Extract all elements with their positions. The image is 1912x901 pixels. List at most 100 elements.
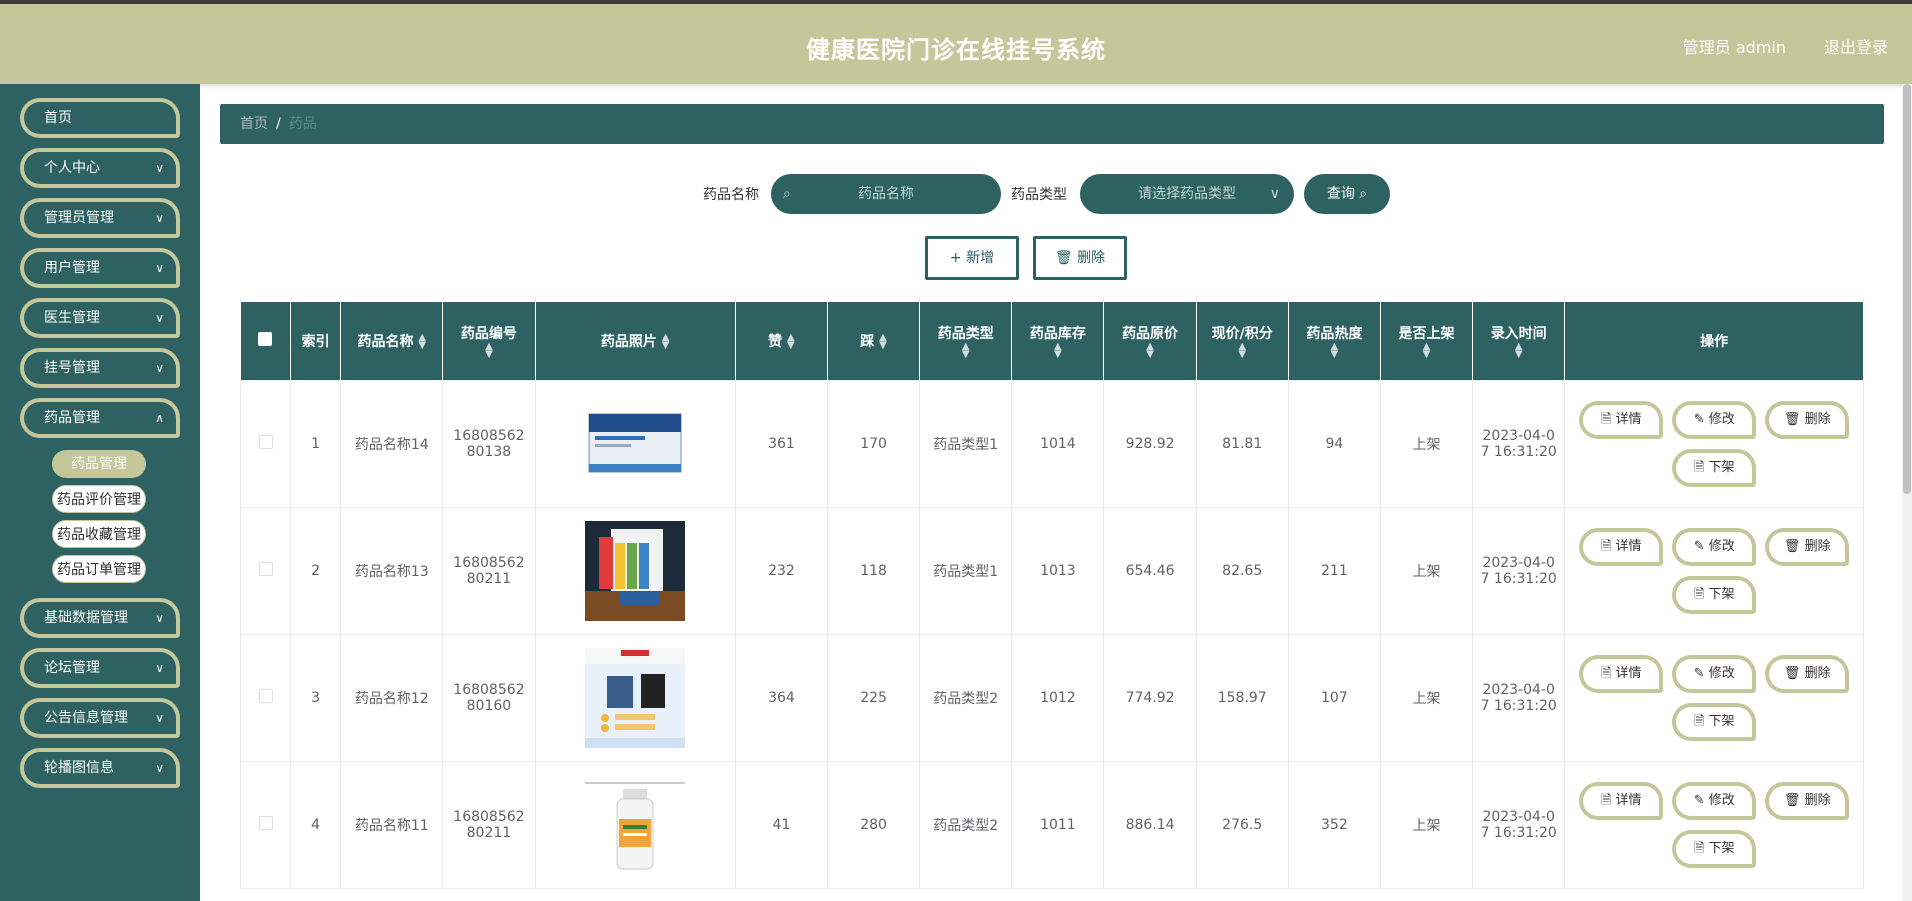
submenu-drug-order[interactable]: 药品订单管理 xyxy=(52,555,146,583)
offshelf-button[interactable]: 🗎 下架 xyxy=(1672,448,1757,487)
sidebar-item-label: 首页 xyxy=(44,110,72,126)
cell-drug-photo xyxy=(534,760,736,889)
select-all-checkbox[interactable] xyxy=(258,331,273,346)
sidebar-item-carousel[interactable]: 轮播图信息 ∨ xyxy=(20,748,180,788)
drug-type-placeholder: 请选择药品类型 xyxy=(1138,186,1236,202)
sidebar-item-registration-mgmt[interactable]: 挂号管理 ∨ xyxy=(20,348,180,388)
col-dislike[interactable]: 踩 ▲ ▼ xyxy=(827,302,921,380)
add-button[interactable]: + 新增 xyxy=(925,236,1019,280)
col-created-time[interactable]: 录入时间 ▲ ▼ xyxy=(1472,302,1566,380)
sort-icon[interactable]: ▲ ▼ xyxy=(962,341,970,359)
sort-icon[interactable]: ▲ ▼ xyxy=(418,332,426,350)
drug-photo[interactable] xyxy=(585,520,686,621)
cell-index: 1 xyxy=(290,379,342,508)
time-line: 2023-04-0 xyxy=(1482,681,1555,698)
edit-button[interactable]: ✎ 修改 xyxy=(1672,527,1757,566)
sort-icon[interactable]: ▲ ▼ xyxy=(1331,341,1339,359)
sidebar-item-label: 轮播图信息 xyxy=(44,760,114,776)
sort-icon[interactable]: ▲ ▼ xyxy=(1146,341,1154,359)
breadcrumb: 首页 / 药品 xyxy=(220,104,1884,144)
col-popularity[interactable]: 药品热度 ▲ ▼ xyxy=(1288,302,1381,380)
col-label: 药品热度 xyxy=(1306,325,1363,342)
logout-link[interactable]: 退出登录 xyxy=(1824,34,1888,58)
row-checkbox-cell[interactable] xyxy=(239,379,292,508)
code-line: 80138 xyxy=(466,443,512,460)
drug-name-placeholder: 药品名称 xyxy=(858,186,914,202)
detail-button[interactable]: 🗎 详情 xyxy=(1579,654,1664,693)
detail-button[interactable]: 🗎 详情 xyxy=(1579,781,1664,820)
sort-icon[interactable]: ▲ ▼ xyxy=(662,332,670,350)
edit-button[interactable]: ✎ 修改 xyxy=(1672,654,1757,693)
scrollbar-thumb[interactable] xyxy=(1903,84,1911,494)
col-drug-name[interactable]: 药品名称 ▲ ▼ xyxy=(340,302,444,380)
row-checkbox-cell[interactable] xyxy=(239,506,292,635)
col-drug-code[interactable]: 药品编号 ▲ ▼ xyxy=(442,302,536,380)
edit-button[interactable]: ✎ 修改 xyxy=(1672,400,1757,439)
col-current-price[interactable]: 现价/积分 ▲ ▼ xyxy=(1196,302,1289,380)
sidebar-item-basic-data[interactable]: 基础数据管理 ∨ xyxy=(20,598,180,638)
delete-row-button[interactable]: 🗑 删除 xyxy=(1765,781,1850,820)
cell-current-price: 81.81 xyxy=(1195,379,1289,508)
page-scrollbar[interactable] xyxy=(1902,84,1912,901)
submenu-drug-review[interactable]: 药品评价管理 xyxy=(52,485,146,513)
delete-row-button[interactable]: 🗑 删除 xyxy=(1765,527,1850,566)
col-on-sale[interactable]: 是否上架 ▲ ▼ xyxy=(1380,302,1474,380)
delete-row-button[interactable]: 🗑 删除 xyxy=(1765,654,1850,693)
row-checkbox[interactable] xyxy=(258,688,273,703)
col-stock[interactable]: 药品库存 ▲ ▼ xyxy=(1011,302,1105,380)
drug-photo[interactable] xyxy=(585,393,686,494)
sort-icon[interactable]: ▲ ▼ xyxy=(485,341,493,359)
delete-row-button[interactable]: 🗑 删除 xyxy=(1765,400,1850,439)
row-checkbox-cell[interactable] xyxy=(239,633,292,762)
sort-icon[interactable]: ▲ ▼ xyxy=(1054,341,1062,359)
sidebar-item-user-mgmt[interactable]: 用户管理 ∨ xyxy=(20,248,180,288)
delete-label: 删除 xyxy=(1077,250,1106,266)
col-drug-photo[interactable]: 药品照片 ▲ ▼ xyxy=(535,302,736,380)
query-button[interactable]: 查询 ⌕ xyxy=(1304,174,1390,214)
sort-icon[interactable]: ▲ ▼ xyxy=(787,332,795,350)
cell-created-time: 2023-04-0 7 16:31:20 xyxy=(1472,379,1566,508)
offshelf-button[interactable]: 🗎 下架 xyxy=(1672,702,1757,741)
offshelf-button[interactable]: 🗎 下架 xyxy=(1672,575,1757,614)
row-checkbox-cell[interactable] xyxy=(239,760,292,889)
delete-button[interactable]: 🗑 删除 xyxy=(1033,236,1127,280)
offshelf-label: 下架 xyxy=(1708,459,1735,475)
cell-drug-type: 药品类型2 xyxy=(919,633,1013,762)
sidebar-item-label: 用户管理 xyxy=(44,260,100,276)
sidebar-item-notice-mgmt[interactable]: 公告信息管理 ∨ xyxy=(20,698,180,738)
drug-name-input[interactable]: ⌕ 药品名称 xyxy=(771,174,1001,214)
row-checkbox[interactable] xyxy=(258,561,273,576)
sidebar-item-personal-center[interactable]: 个人中心 ∨ xyxy=(20,148,180,188)
col-drug-type[interactable]: 药品类型 ▲ ▼ xyxy=(919,302,1013,380)
pencil-icon: ✎ xyxy=(1693,538,1705,554)
time-line: 7 16:31:20 xyxy=(1480,697,1557,714)
sort-icon[interactable]: ▲ ▼ xyxy=(1515,341,1523,359)
edit-label: 修改 xyxy=(1708,538,1735,554)
time-line: 2023-04-0 xyxy=(1482,427,1555,444)
sort-icon[interactable]: ▲ ▼ xyxy=(1238,341,1246,359)
drug-type-select[interactable]: 请选择药品类型 ∨ xyxy=(1080,174,1294,214)
offshelf-button[interactable]: 🗎 下架 xyxy=(1672,829,1757,868)
breadcrumb-home[interactable]: 首页 xyxy=(240,116,268,132)
row-checkbox[interactable] xyxy=(258,815,273,830)
sidebar-item-admin-mgmt[interactable]: 管理员管理 ∨ xyxy=(20,198,180,238)
sidebar-item-drug-mgmt[interactable]: 药品管理 ∧ xyxy=(20,398,180,438)
drug-photo[interactable] xyxy=(585,647,686,748)
cell-dislike: 170 xyxy=(827,379,921,508)
sort-icon[interactable]: ▲ ▼ xyxy=(1423,341,1431,359)
submenu-drug-favorite[interactable]: 药品收藏管理 xyxy=(52,520,146,548)
detail-button[interactable]: 🗎 详情 xyxy=(1579,400,1664,439)
col-original-price[interactable]: 药品原价 ▲ ▼ xyxy=(1103,302,1197,380)
col-like[interactable]: 赞 ▲ ▼ xyxy=(735,302,829,380)
row-checkbox[interactable] xyxy=(258,434,273,449)
sidebar-item-doctor-mgmt[interactable]: 医生管理 ∨ xyxy=(20,298,180,338)
select-all-cell[interactable] xyxy=(240,302,292,380)
chevron-down-icon: ∨ xyxy=(155,661,164,675)
sidebar-item-home[interactable]: 首页 xyxy=(20,98,180,138)
submenu-drug[interactable]: 药品管理 xyxy=(52,450,146,478)
detail-button[interactable]: 🗎 详情 xyxy=(1579,527,1664,566)
edit-button[interactable]: ✎ 修改 xyxy=(1672,781,1757,820)
sidebar-item-forum-mgmt[interactable]: 论坛管理 ∨ xyxy=(20,648,180,688)
drug-photo[interactable] xyxy=(585,774,686,875)
sort-icon[interactable]: ▲ ▼ xyxy=(879,332,887,350)
